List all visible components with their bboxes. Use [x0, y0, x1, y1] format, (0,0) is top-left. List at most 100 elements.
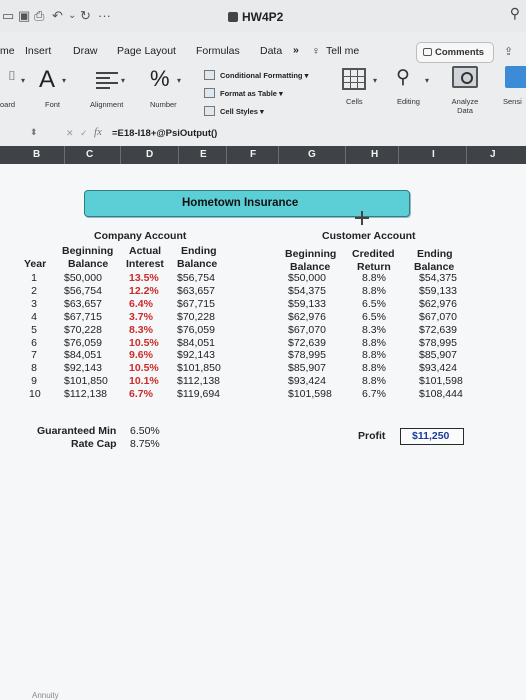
column-divider[interactable] [278, 146, 279, 164]
company-ending-balance-cell[interactable]: $119,694 [177, 388, 220, 400]
analyze-data-icon[interactable] [452, 66, 478, 88]
customer-ending-balance-cell[interactable]: $85,907 [419, 349, 457, 361]
company-beginning-balance-cell[interactable]: $112,138 [64, 388, 107, 400]
company-beginning-balance-cell[interactable]: $63,657 [64, 298, 102, 310]
credited-return-cell[interactable]: 8.8% [362, 362, 386, 374]
credited-return-cell[interactable]: 6.5% [362, 298, 386, 310]
year-cell[interactable]: 5 [29, 324, 39, 336]
column-i-header[interactable]: I [432, 149, 435, 160]
customer-ending-balance-cell[interactable]: $101,598 [419, 375, 463, 387]
customer-beginning-balance-cell[interactable]: $59,133 [288, 298, 326, 310]
company-beginning-balance-cell[interactable]: $92,143 [64, 362, 102, 374]
year-cell[interactable]: 1 [29, 272, 39, 284]
year-cell[interactable]: 9 [29, 375, 39, 387]
customer-ending-balance-cell[interactable]: $108,444 [419, 388, 463, 400]
more-tabs-button[interactable]: » [293, 44, 299, 56]
confirm-icon[interactable]: ✓ [80, 128, 88, 139]
customer-beginning-balance-cell[interactable]: $62,976 [288, 311, 326, 323]
undo-icon[interactable]: ↶ [52, 8, 63, 24]
company-ending-balance-cell[interactable]: $67,715 [177, 298, 215, 310]
tab-draw[interactable]: Draw [73, 45, 98, 57]
company-beginning-balance-cell[interactable]: $84,051 [64, 349, 102, 361]
column-divider[interactable] [64, 146, 65, 164]
column-j-header[interactable]: J [490, 149, 496, 160]
company-ending-balance-cell[interactable]: $70,228 [177, 311, 215, 323]
company-beginning-balance-cell[interactable]: $76,059 [64, 337, 102, 349]
company-beginning-balance-cell[interactable]: $70,228 [64, 324, 102, 336]
alignment-icon[interactable] [96, 72, 118, 89]
credited-return-cell[interactable]: 6.5% [362, 311, 386, 323]
format-as-table-button[interactable]: Format as Table ▾ [204, 88, 283, 98]
actual-interest-cell[interactable]: 3.7% [129, 311, 153, 323]
customer-ending-balance-cell[interactable]: $93,424 [419, 362, 457, 374]
print-icon[interactable]: ⎙ [34, 8, 44, 24]
company-ending-balance-cell[interactable]: $63,657 [177, 285, 215, 297]
column-divider[interactable] [226, 146, 227, 164]
font-dropdown-icon[interactable]: ▾ [62, 76, 66, 85]
actual-interest-cell[interactable]: 10.5% [129, 337, 159, 349]
cells-dropdown-icon[interactable]: ▾ [373, 76, 377, 85]
column-d-header[interactable]: D [146, 149, 153, 160]
function-icon[interactable]: fx [94, 126, 102, 138]
cells-icon[interactable] [342, 68, 366, 90]
actual-interest-cell[interactable]: 10.5% [129, 362, 159, 374]
company-ending-balance-cell[interactable]: $84,051 [177, 337, 215, 349]
customer-ending-balance-cell[interactable]: $67,070 [419, 311, 457, 323]
column-g-header[interactable]: G [308, 149, 316, 160]
actual-interest-cell[interactable]: 12.2% [129, 285, 159, 297]
customer-beginning-balance-cell[interactable]: $72,639 [288, 337, 326, 349]
customer-beginning-balance-cell[interactable]: $50,000 [288, 272, 326, 284]
actual-interest-cell[interactable]: 8.3% [129, 324, 153, 336]
number-dropdown-icon[interactable]: ▾ [177, 76, 181, 85]
percent-icon[interactable]: % [150, 66, 170, 92]
search-icon[interactable]: ⚲ [510, 5, 520, 22]
sensitivity-icon[interactable] [505, 66, 526, 88]
rate-cap-value[interactable]: 8.75% [130, 438, 160, 450]
credited-return-cell[interactable]: 8.8% [362, 375, 386, 387]
customer-beginning-balance-cell[interactable]: $101,598 [288, 388, 332, 400]
tab-data[interactable]: Data [260, 45, 282, 57]
tab-page-layout[interactable]: Page Layout [117, 45, 176, 57]
column-f-header[interactable]: F [250, 149, 256, 160]
undo-dropdown-icon[interactable]: ⌄ [68, 10, 76, 21]
credited-return-cell[interactable]: 8.3% [362, 324, 386, 336]
year-cell[interactable]: 2 [29, 285, 39, 297]
actual-interest-cell[interactable]: 13.5% [129, 272, 159, 284]
customer-ending-balance-cell[interactable]: $72,639 [419, 324, 457, 336]
customer-ending-balance-cell[interactable]: $59,133 [419, 285, 457, 297]
magnifier-icon[interactable]: ⚲ [396, 66, 410, 89]
customer-ending-balance-cell[interactable]: $54,375 [419, 272, 457, 284]
tab-insert[interactable]: Insert [25, 45, 51, 57]
customer-beginning-balance-cell[interactable]: $93,424 [288, 375, 326, 387]
alignment-dropdown-icon[interactable]: ▾ [121, 76, 125, 85]
company-beginning-balance-cell[interactable]: $56,754 [64, 285, 102, 297]
column-divider[interactable] [178, 146, 179, 164]
customer-ending-balance-cell[interactable]: $62,976 [419, 298, 457, 310]
year-cell[interactable]: 8 [29, 362, 39, 374]
editing-dropdown-icon[interactable]: ▾ [425, 76, 429, 85]
credited-return-cell[interactable]: 8.8% [362, 272, 386, 284]
company-beginning-balance-cell[interactable]: $67,715 [64, 311, 102, 323]
year-cell[interactable]: 7 [29, 349, 39, 361]
customer-ending-balance-cell[interactable]: $78,995 [419, 337, 457, 349]
company-ending-balance-cell[interactable]: $101,850 [177, 362, 221, 374]
column-divider[interactable] [345, 146, 346, 164]
paste-icon[interactable]: ⌷ [8, 68, 16, 84]
profit-value[interactable]: $11,250 [412, 430, 449, 442]
actual-interest-cell[interactable]: 6.7% [129, 388, 153, 400]
name-box-stepper-icon[interactable]: ⬍ [30, 127, 38, 138]
conditional-formatting-button[interactable]: Conditional Formatting ▾ [204, 70, 308, 80]
year-cell[interactable]: 4 [29, 311, 39, 323]
share-icon[interactable]: ⇪ [504, 45, 513, 58]
cell-styles-button[interactable]: Cell Styles ▾ [204, 106, 264, 116]
redo-icon[interactable]: ↻ [80, 8, 91, 24]
cancel-icon[interactable]: ✕ [66, 128, 74, 139]
company-ending-balance-cell[interactable]: $92,143 [177, 349, 215, 361]
customer-beginning-balance-cell[interactable]: $85,907 [288, 362, 326, 374]
column-c-header[interactable]: C [86, 149, 93, 160]
credited-return-cell[interactable]: 8.8% [362, 285, 386, 297]
year-cell[interactable]: 6 [29, 337, 39, 349]
actual-interest-cell[interactable]: 9.6% [129, 349, 153, 361]
actual-interest-cell[interactable]: 6.4% [129, 298, 153, 310]
sidebar-icon[interactable]: ▭ [2, 8, 14, 24]
